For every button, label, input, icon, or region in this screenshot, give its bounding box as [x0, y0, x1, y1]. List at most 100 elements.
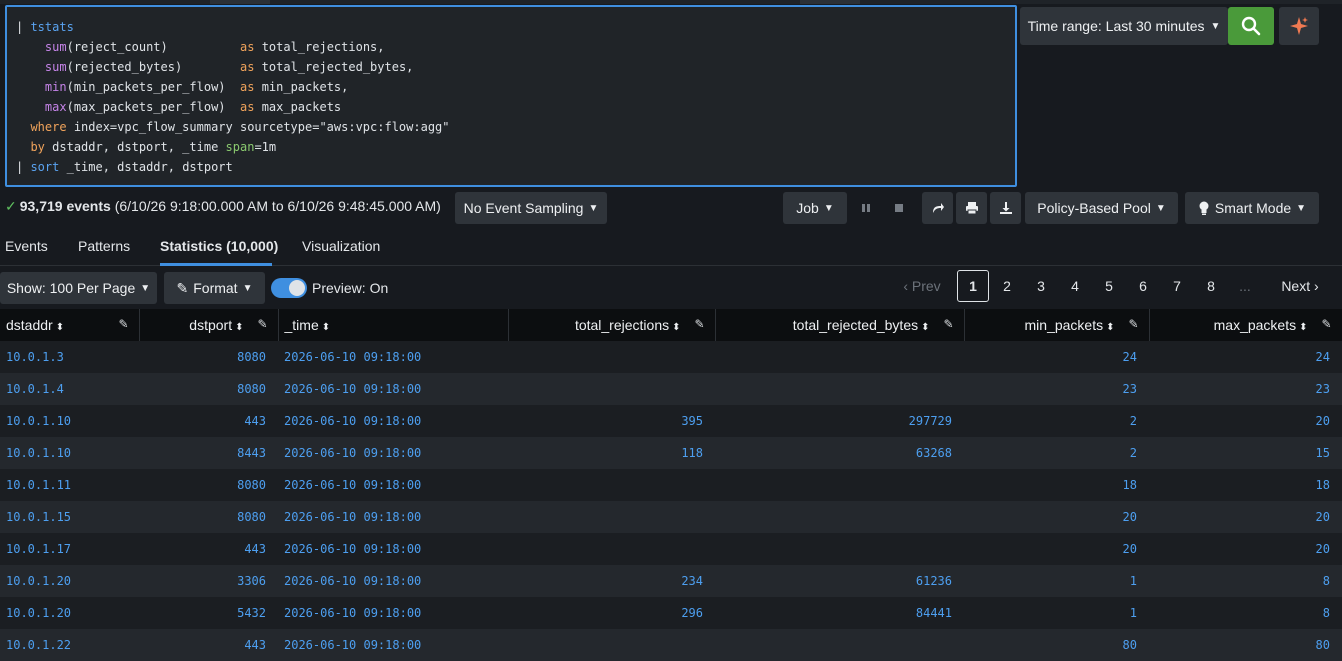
cell-time[interactable]: 2026-06-10 09:18:00	[278, 373, 508, 405]
tab-visualization[interactable]: Visualization	[302, 238, 380, 254]
cell-dstport[interactable]: 5432	[139, 597, 278, 629]
cell-max-packets[interactable]: 23	[1149, 373, 1342, 405]
cell-total-rejected-bytes[interactable]: 63268	[715, 437, 964, 469]
cell-total-rejections[interactable]	[508, 469, 715, 501]
cell-total-rejected-bytes[interactable]	[715, 373, 964, 405]
cell-max-packets[interactable]: 15	[1149, 437, 1342, 469]
cell-dstaddr[interactable]: 10.0.1.17	[0, 533, 139, 565]
cell-time[interactable]: 2026-06-10 09:18:00	[278, 341, 508, 373]
cell-total-rejected-bytes[interactable]	[715, 629, 964, 661]
cell-dstaddr[interactable]: 10.0.1.3	[0, 341, 139, 373]
column-header-total-rejected-bytes[interactable]: total_rejected_bytes ⬍ ✎	[715, 309, 965, 341]
cell-dstport[interactable]: 8443	[139, 437, 278, 469]
cell-max-packets[interactable]: 20	[1149, 501, 1342, 533]
pager-page-2[interactable]: 2	[991, 270, 1023, 302]
search-mode-dropdown[interactable]: Smart Mode ▼	[1185, 192, 1319, 224]
pencil-icon[interactable]: ✎	[943, 317, 953, 331]
pencil-icon[interactable]: ✎	[1321, 317, 1331, 331]
cell-total-rejections[interactable]	[508, 501, 715, 533]
cell-dstport[interactable]: 443	[139, 405, 278, 437]
cell-dstaddr[interactable]: 10.0.1.10	[0, 437, 139, 469]
cell-dstport[interactable]: 8080	[139, 469, 278, 501]
cell-max-packets[interactable]: 8	[1149, 565, 1342, 597]
pause-button[interactable]	[851, 192, 881, 224]
pencil-icon[interactable]: ✎	[257, 317, 267, 331]
cell-dstaddr[interactable]: 10.0.1.15	[0, 501, 139, 533]
cell-total-rejected-bytes[interactable]: 297729	[715, 405, 964, 437]
cell-min-packets[interactable]: 2	[964, 437, 1149, 469]
cell-dstaddr[interactable]: 10.0.1.10	[0, 405, 139, 437]
cell-time[interactable]: 2026-06-10 09:18:00	[278, 469, 508, 501]
cell-time[interactable]: 2026-06-10 09:18:00	[278, 565, 508, 597]
cell-min-packets[interactable]: 2	[964, 405, 1149, 437]
search-query-editor[interactable]: | tstats sum(reject_count) as total_reje…	[5, 5, 1017, 187]
cell-total-rejections[interactable]: 296	[508, 597, 715, 629]
pager-next[interactable]: Next ›	[1270, 270, 1330, 302]
cell-max-packets[interactable]: 20	[1149, 533, 1342, 565]
pager-page-8[interactable]: 8	[1195, 270, 1227, 302]
cell-dstaddr[interactable]: 10.0.1.22	[0, 629, 139, 661]
cell-dstport[interactable]: 443	[139, 533, 278, 565]
column-header-max-packets[interactable]: max_packets ⬍ ✎	[1149, 309, 1342, 341]
cell-dstaddr[interactable]: 10.0.1.20	[0, 597, 139, 629]
cell-time[interactable]: 2026-06-10 09:18:00	[278, 437, 508, 469]
tab-events[interactable]: Events	[5, 238, 48, 254]
cell-time[interactable]: 2026-06-10 09:18:00	[278, 597, 508, 629]
share-button[interactable]	[922, 192, 953, 224]
cell-dstport[interactable]: 8080	[139, 341, 278, 373]
cell-total-rejected-bytes[interactable]	[715, 533, 964, 565]
cell-dstaddr[interactable]: 10.0.1.4	[0, 373, 139, 405]
cell-time[interactable]: 2026-06-10 09:18:00	[278, 629, 508, 661]
tab-patterns[interactable]: Patterns	[78, 238, 130, 254]
cell-min-packets[interactable]: 1	[964, 597, 1149, 629]
cell-total-rejections[interactable]	[508, 341, 715, 373]
cell-total-rejections[interactable]	[508, 629, 715, 661]
pager-page-1[interactable]: 1	[957, 270, 989, 302]
export-button[interactable]	[990, 192, 1021, 224]
pager-page-4[interactable]: 4	[1059, 270, 1091, 302]
cell-total-rejected-bytes[interactable]	[715, 469, 964, 501]
cell-total-rejections[interactable]: 234	[508, 565, 715, 597]
cell-max-packets[interactable]: 24	[1149, 341, 1342, 373]
cell-dstaddr[interactable]: 10.0.1.20	[0, 565, 139, 597]
cell-total-rejections[interactable]: 118	[508, 437, 715, 469]
cell-min-packets[interactable]: 23	[964, 373, 1149, 405]
cell-time[interactable]: 2026-06-10 09:18:00	[278, 533, 508, 565]
cell-total-rejections[interactable]	[508, 533, 715, 565]
cell-dstport[interactable]: 443	[139, 629, 278, 661]
pager-page-3[interactable]: 3	[1025, 270, 1057, 302]
event-sampling-dropdown[interactable]: No Event Sampling ▼	[455, 192, 607, 224]
pool-dropdown[interactable]: Policy-Based Pool ▼	[1025, 192, 1178, 224]
per-page-dropdown[interactable]: Show: 100 Per Page ▼	[0, 272, 157, 304]
search-button[interactable]	[1228, 7, 1274, 45]
preview-toggle[interactable]	[271, 278, 307, 298]
column-header-total-rejections[interactable]: total_rejections ⬍ ✎	[508, 309, 716, 341]
pencil-icon[interactable]: ✎	[118, 317, 128, 331]
pager-page-5[interactable]: 5	[1093, 270, 1125, 302]
time-range-picker[interactable]: Time range: Last 30 minutes ▼	[1020, 7, 1228, 45]
pencil-icon[interactable]: ✎	[1128, 317, 1138, 331]
cell-dstport[interactable]: 8080	[139, 501, 278, 533]
cell-total-rejected-bytes[interactable]: 61236	[715, 565, 964, 597]
cell-time[interactable]: 2026-06-10 09:18:00	[278, 501, 508, 533]
cell-total-rejected-bytes[interactable]	[715, 501, 964, 533]
cell-dstaddr[interactable]: 10.0.1.11	[0, 469, 139, 501]
tab-statistics[interactable]: Statistics (10,000)	[160, 238, 278, 254]
cell-total-rejections[interactable]: 395	[508, 405, 715, 437]
cell-min-packets[interactable]: 80	[964, 629, 1149, 661]
pager-page-7[interactable]: 7	[1161, 270, 1193, 302]
pencil-icon[interactable]: ✎	[694, 317, 704, 331]
pager-prev[interactable]: ‹ Prev	[897, 270, 947, 302]
column-header-dstaddr[interactable]: dstaddr ⬍ ✎	[0, 309, 140, 341]
cell-min-packets[interactable]: 24	[964, 341, 1149, 373]
cell-max-packets[interactable]: 18	[1149, 469, 1342, 501]
cell-total-rejected-bytes[interactable]	[715, 341, 964, 373]
cell-max-packets[interactable]: 20	[1149, 405, 1342, 437]
print-button[interactable]	[956, 192, 987, 224]
cell-min-packets[interactable]: 18	[964, 469, 1149, 501]
stop-button[interactable]	[884, 192, 914, 224]
cell-total-rejected-bytes[interactable]: 84441	[715, 597, 964, 629]
cell-max-packets[interactable]: 80	[1149, 629, 1342, 661]
cell-total-rejections[interactable]	[508, 373, 715, 405]
column-header-time[interactable]: _time ⬍	[278, 309, 509, 341]
